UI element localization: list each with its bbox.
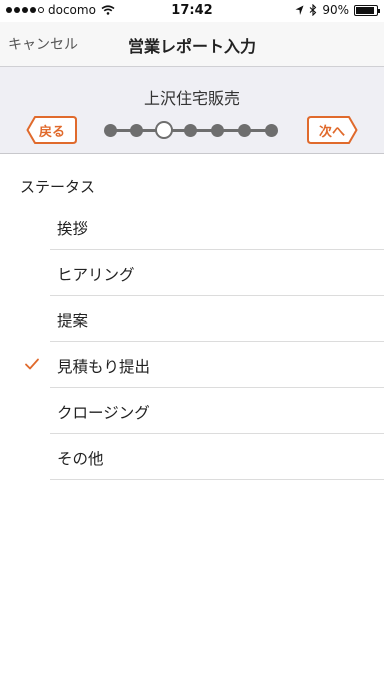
step-6 xyxy=(238,124,251,137)
next-button[interactable]: 次へ xyxy=(306,115,358,145)
status-option-proposal[interactable]: 提案 xyxy=(0,296,384,342)
status-option-estimate-submitted[interactable]: 見積もり提出 xyxy=(0,342,384,388)
status-option-label: クロージング xyxy=(57,404,150,422)
status-option-label: 見積もり提出 xyxy=(57,358,151,376)
step-4 xyxy=(184,124,197,137)
status-option-label: 提案 xyxy=(57,312,89,330)
status-right: 90% xyxy=(295,3,380,17)
status-option-label: ヒアリング xyxy=(57,266,135,284)
battery-icon xyxy=(354,4,380,16)
back-button[interactable]: 戻る xyxy=(26,115,78,145)
step-3-current xyxy=(155,121,173,139)
page-title: 営業レポート入力 xyxy=(127,37,256,56)
navigation-bar: キャンセル 営業レポート入力 xyxy=(0,22,384,66)
bluetooth-icon xyxy=(309,4,317,16)
status-option-other[interactable]: その他 xyxy=(0,434,384,480)
step-5 xyxy=(211,124,224,137)
checkmark-icon xyxy=(25,358,39,370)
step-1 xyxy=(104,124,117,137)
status-option-label: その他 xyxy=(57,450,104,468)
step-7 xyxy=(265,124,278,137)
next-button-label: 次へ xyxy=(318,124,345,140)
status-option-hearing[interactable]: ヒアリング xyxy=(0,250,384,296)
status-option-greeting[interactable]: 挨拶 xyxy=(0,204,384,250)
stepper-area: 上沢住宅販売 戻る 次へ xyxy=(0,66,384,154)
status-bar: docomo 17:42 90% xyxy=(0,0,384,22)
section-label-status: ステータス xyxy=(20,178,96,196)
step-2 xyxy=(130,124,143,137)
back-button-label: 戻る xyxy=(38,124,65,140)
battery-percentage: 90% xyxy=(322,3,349,17)
status-option-label: 挨拶 xyxy=(57,220,89,238)
status-option-closing[interactable]: クロージング xyxy=(0,388,384,434)
status-option-list: 挨拶 ヒアリング 提案 見積もり提出 クロージング その他 xyxy=(0,204,384,480)
step-progress-indicator xyxy=(104,119,282,141)
customer-name: 上沢住宅販売 xyxy=(143,89,240,108)
location-arrow-icon xyxy=(295,5,304,15)
